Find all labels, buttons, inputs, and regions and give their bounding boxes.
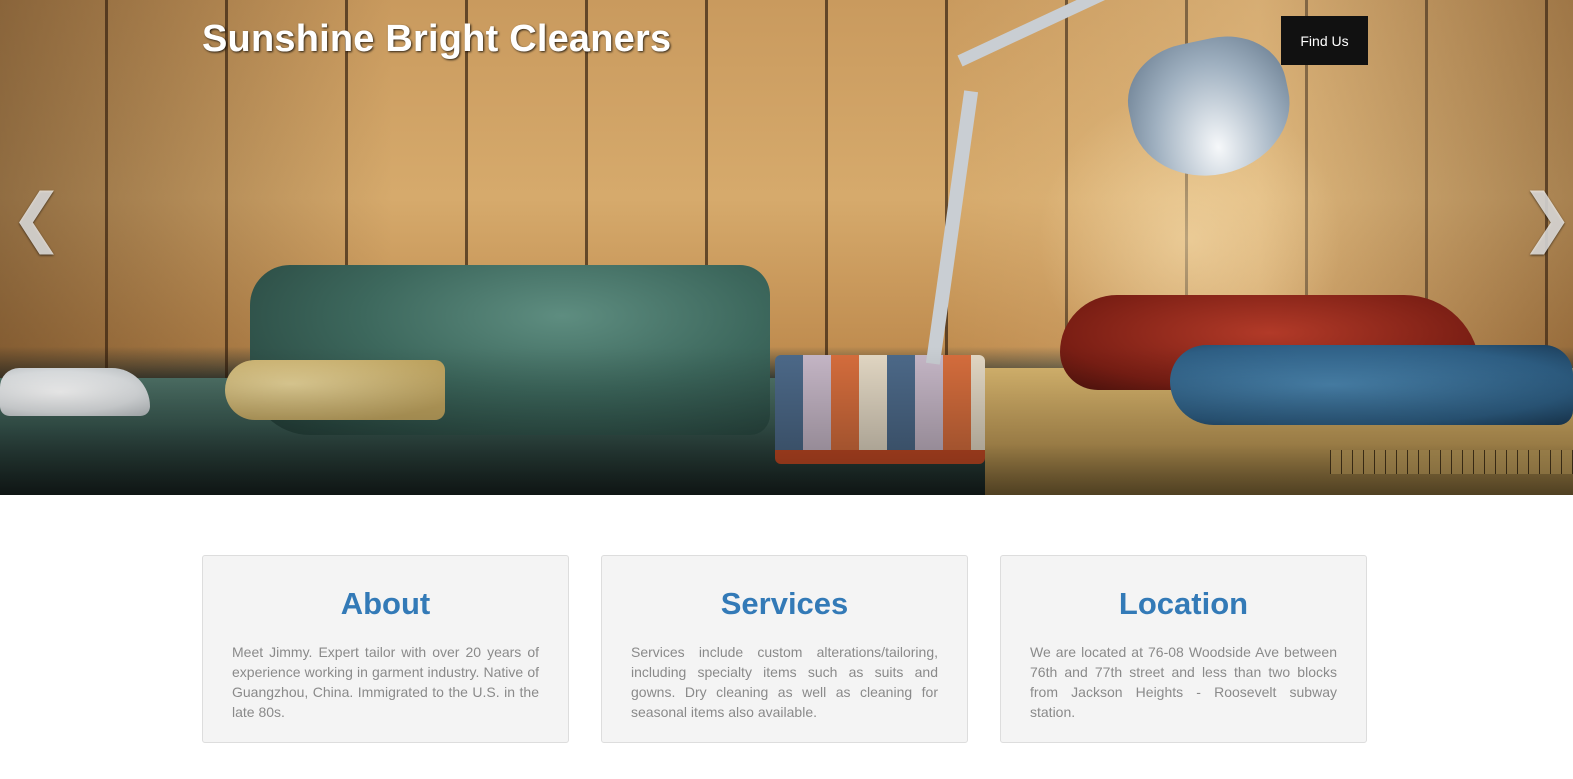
services-heading: Services [720,586,849,621]
location-text: We are located at 76-08 Woodside Ave bet… [1030,644,1337,720]
about-card: About Meet Jimmy. Expert tailor with ove… [202,555,569,743]
about-text: Meet Jimmy. Expert tailor with over 20 y… [232,644,539,720]
carousel-next-chevron-icon[interactable]: ❯ [1520,180,1573,256]
hero-carousel: Sunshine Bright Cleaners Find Us ❮ ❯ [0,0,1573,495]
carousel-prev-chevron-icon[interactable]: ❮ [10,180,64,256]
about-heading: About [340,586,431,621]
services-card: Services Services include custom alterat… [601,555,968,743]
location-heading: Location [1118,586,1249,621]
location-card: Location We are located at 76-08 Woodsid… [1000,555,1367,743]
services-text: Services include custom alterations/tail… [631,644,938,720]
find-us-button[interactable]: Find Us [1281,16,1368,65]
brand-title[interactable]: Sunshine Bright Cleaners [202,18,671,61]
